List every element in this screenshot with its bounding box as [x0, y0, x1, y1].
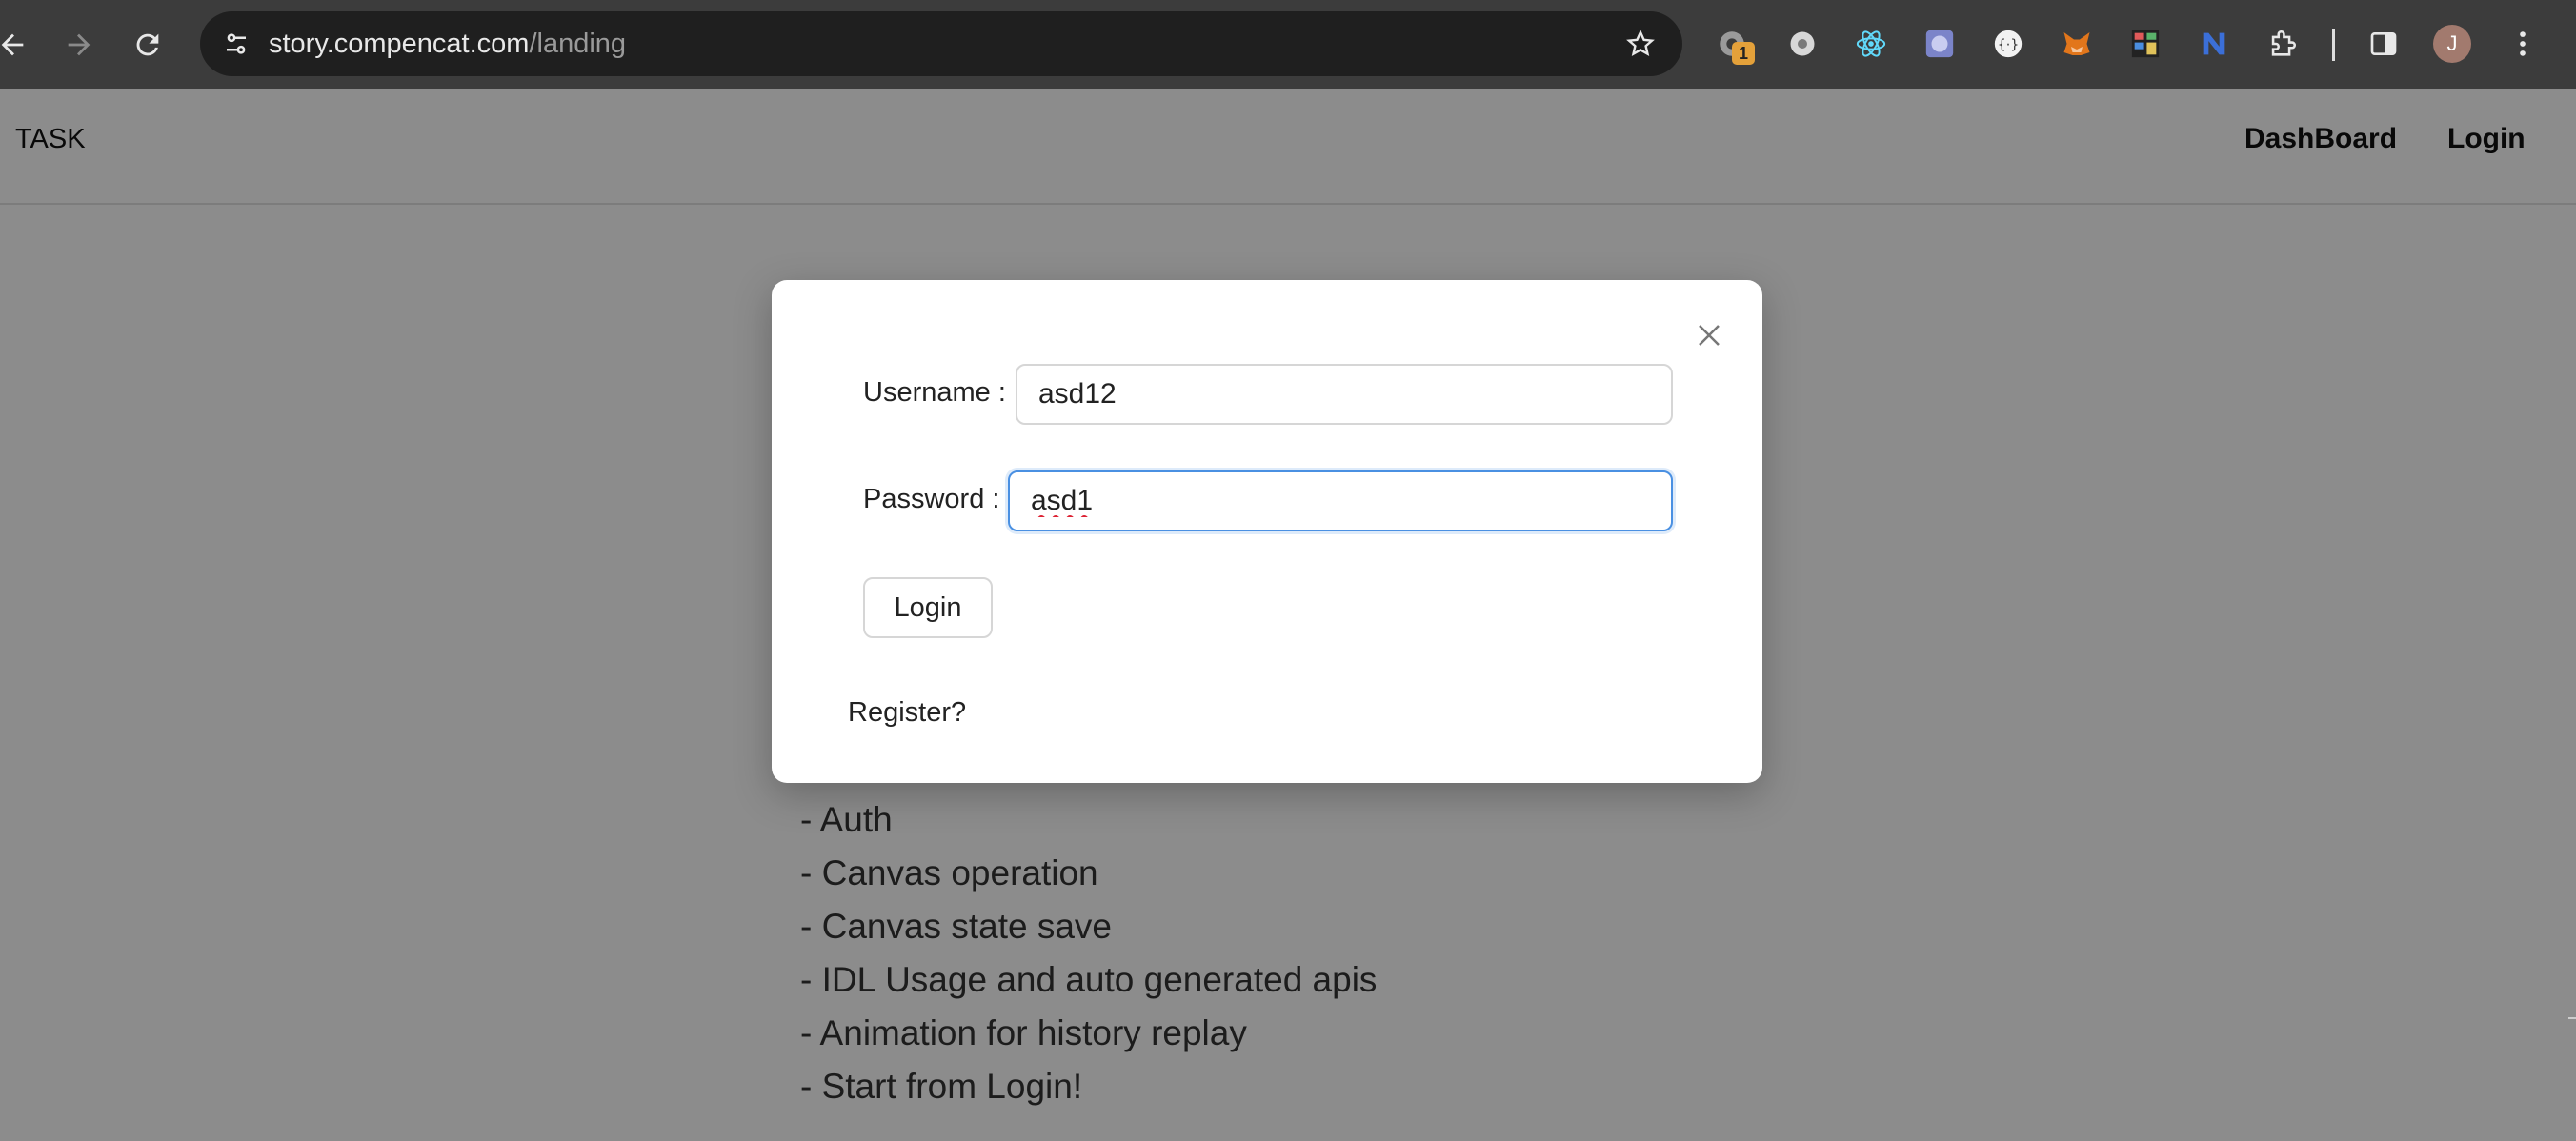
svg-text:{·}: {·} — [1998, 38, 2020, 53]
back-arrow-icon[interactable] — [0, 21, 36, 69]
username-field[interactable] — [1016, 364, 1673, 425]
password-field[interactable] — [1008, 470, 1673, 531]
url-text: story.compencat.com/landing — [269, 29, 627, 59]
extension-round-icon[interactable]: {·} — [1987, 23, 2029, 65]
side-panel-icon[interactable] — [2363, 23, 2405, 65]
reload-icon[interactable] — [124, 21, 171, 69]
bookmark-star-icon[interactable] — [1621, 25, 1660, 63]
site-info-icon[interactable] — [217, 25, 255, 63]
extension-badged-icon[interactable]: 1 — [1711, 23, 1755, 65]
username-label: Username : — [863, 377, 1006, 408]
react-devtools-icon[interactable] — [1850, 23, 1892, 65]
toolbar-divider — [2332, 29, 2335, 61]
password-label: Password : — [863, 484, 1000, 514]
metamask-fox-icon[interactable] — [2056, 23, 2098, 65]
login-button[interactable]: Login — [863, 577, 993, 638]
extension-badge: 1 — [1732, 42, 1755, 65]
login-modal: Username : Password : Login Register? — [772, 280, 1762, 783]
scrollbar-edge — [2568, 1017, 2576, 1019]
browser-toolbar: story.compencat.com/landing 1 {·} J — [0, 0, 2576, 89]
more-vert-icon[interactable] — [2502, 23, 2544, 65]
profile-avatar[interactable]: J — [2433, 25, 2471, 63]
extension-n-icon[interactable] — [2193, 23, 2235, 65]
extension-flower-icon[interactable] — [1781, 23, 1823, 65]
extension-grid-icon[interactable] — [2124, 23, 2166, 65]
forward-arrow-icon[interactable] — [55, 21, 103, 69]
extensions-puzzle-icon[interactable] — [2262, 23, 2304, 65]
close-icon[interactable] — [1692, 318, 1726, 352]
extension-square-icon[interactable] — [1919, 23, 1961, 65]
address-bar[interactable]: story.compencat.com/landing — [200, 11, 1682, 76]
register-link[interactable]: Register? — [848, 697, 966, 729]
